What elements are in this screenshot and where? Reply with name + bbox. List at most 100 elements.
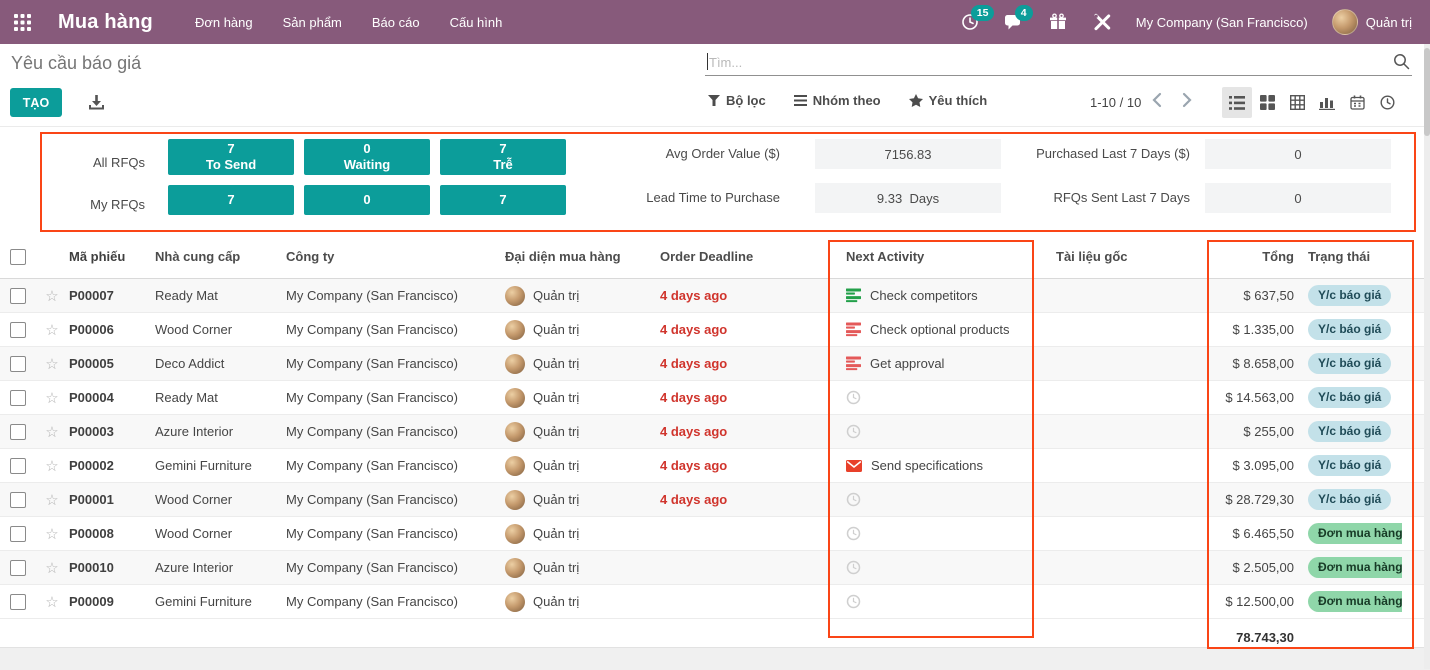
filters-button[interactable]: Bộ lọc — [708, 93, 766, 108]
no-activity-clock-icon[interactable] — [846, 424, 861, 439]
next-activity-cell[interactable]: Get approval — [838, 356, 1040, 371]
header-total[interactable]: Tổng — [1205, 249, 1300, 264]
messages-icon[interactable]: 4 — [1004, 12, 1024, 32]
row-checkbox[interactable] — [10, 424, 26, 440]
pager-previous-icon[interactable] — [1152, 92, 1162, 108]
row-checkbox[interactable] — [10, 526, 26, 542]
table-row[interactable]: ☆ P00002 Gemini Furniture My Company (Sa… — [0, 449, 1424, 483]
no-activity-clock-icon[interactable] — [846, 526, 861, 541]
no-activity-clock-icon[interactable] — [846, 594, 861, 609]
activity-view-icon[interactable] — [1372, 87, 1402, 118]
header-vendor[interactable]: Nhà cung cấp — [152, 249, 283, 264]
all-to-send-button[interactable]: 7To Send — [168, 139, 294, 175]
all-waiting-button[interactable]: 0Waiting — [304, 139, 430, 175]
apps-grid-icon[interactable] — [0, 0, 44, 44]
row-checkbox[interactable] — [10, 492, 26, 508]
favorite-star-icon[interactable]: ☆ — [38, 287, 66, 305]
favorites-button[interactable]: Yêu thích — [909, 93, 988, 108]
next-activity-cell[interactable] — [838, 560, 1040, 575]
pager-next-icon[interactable] — [1182, 92, 1192, 108]
activities-clock-icon[interactable]: 15 — [960, 12, 980, 32]
next-activity-cell[interactable] — [838, 526, 1040, 541]
scrollbar-thumb[interactable] — [1424, 48, 1430, 136]
header-next-activity[interactable]: Next Activity — [838, 249, 1040, 264]
my-to-send-button[interactable]: 7 — [168, 185, 294, 215]
my-rfqs-label[interactable]: My RFQs — [40, 197, 145, 212]
gift-icon[interactable] — [1048, 12, 1068, 32]
favorite-star-icon[interactable]: ☆ — [38, 355, 66, 373]
all-late-button[interactable]: 7Trễ — [440, 139, 566, 175]
favorite-star-icon[interactable]: ☆ — [38, 321, 66, 339]
header-order-deadline[interactable]: Order Deadline — [655, 249, 838, 264]
table-row[interactable]: ☆ P00005 Deco Addict My Company (San Fra… — [0, 347, 1424, 381]
my-late-button[interactable]: 7 — [440, 185, 566, 215]
table-row[interactable]: ☆ P00010 Azure Interior My Company (San … — [0, 551, 1424, 585]
header-status[interactable]: Trạng thái — [1300, 249, 1402, 264]
table-row[interactable]: ☆ P00009 Gemini Furniture My Company (Sa… — [0, 585, 1424, 619]
menu-orders[interactable]: Đơn hàng — [195, 15, 253, 30]
app-title[interactable]: Mua hàng — [58, 11, 153, 34]
row-checkbox[interactable] — [10, 458, 26, 474]
row-checkbox[interactable] — [10, 322, 26, 338]
group-by-button[interactable]: Nhóm theo — [794, 93, 881, 108]
search-icon[interactable] — [1393, 53, 1410, 70]
favorite-star-icon[interactable]: ☆ — [38, 559, 66, 577]
header-reference[interactable]: Mã phiếu — [66, 249, 152, 264]
list-view-icon[interactable] — [1222, 87, 1252, 118]
favorite-star-icon[interactable]: ☆ — [38, 525, 66, 543]
activity-tasks-overdue-icon[interactable] — [846, 356, 861, 371]
menu-products[interactable]: Sản phẩm — [283, 15, 342, 30]
all-rfqs-label[interactable]: All RFQs — [40, 155, 145, 170]
graph-view-icon[interactable] — [1312, 87, 1342, 118]
header-purchase-rep[interactable]: Đại diện mua hàng — [500, 249, 655, 264]
next-activity-cell[interactable] — [838, 594, 1040, 609]
activity-tasks-done-icon[interactable] — [846, 288, 861, 303]
row-checkbox[interactable] — [10, 356, 26, 372]
next-activity-cell[interactable] — [838, 390, 1040, 405]
menu-reporting[interactable]: Báo cáo — [372, 15, 420, 30]
create-button[interactable]: TẠO — [10, 88, 62, 117]
next-activity-cell[interactable]: Check competitors — [838, 288, 1040, 303]
menu-configuration[interactable]: Cấu hình — [450, 15, 503, 30]
calendar-view-icon[interactable] — [1342, 87, 1372, 118]
header-company[interactable]: Công ty — [283, 249, 500, 264]
table-row[interactable]: ☆ P00008 Wood Corner My Company (San Fra… — [0, 517, 1424, 551]
export-download-icon[interactable] — [88, 94, 105, 111]
user-menu[interactable]: Quản trị — [1332, 9, 1412, 35]
vertical-scrollbar[interactable] — [1424, 44, 1430, 669]
favorite-star-icon[interactable]: ☆ — [38, 457, 66, 475]
row-checkbox[interactable] — [10, 288, 26, 304]
favorite-star-icon[interactable]: ☆ — [38, 491, 66, 509]
no-activity-clock-icon[interactable] — [846, 560, 861, 575]
search-input[interactable] — [705, 50, 1371, 74]
favorite-star-icon[interactable]: ☆ — [38, 423, 66, 441]
table-row[interactable]: ☆ P00003 Azure Interior My Company (San … — [0, 415, 1424, 449]
pivot-view-icon[interactable] — [1282, 87, 1312, 118]
select-all-checkbox[interactable] — [10, 249, 26, 265]
table-row[interactable]: ☆ P00006 Wood Corner My Company (San Fra… — [0, 313, 1424, 347]
row-checkbox[interactable] — [10, 594, 26, 610]
activity-tasks-overdue-icon[interactable] — [846, 322, 861, 337]
favorite-star-icon[interactable]: ☆ — [38, 593, 66, 611]
next-activity-cell[interactable] — [838, 424, 1040, 439]
header-source-document[interactable]: Tài liệu gốc — [1040, 249, 1205, 264]
next-activity-cell[interactable]: Send specifications — [838, 458, 1040, 473]
table-row[interactable]: ☆ P00007 Ready Mat My Company (San Franc… — [0, 279, 1424, 313]
next-activity-cell[interactable] — [838, 492, 1040, 507]
row-checkbox[interactable] — [10, 390, 26, 406]
table-row[interactable]: ☆ P00001 Wood Corner My Company (San Fra… — [0, 483, 1424, 517]
favorite-star-icon[interactable]: ☆ — [38, 389, 66, 407]
rfq-reference: P00001 — [66, 492, 152, 507]
no-activity-clock-icon[interactable] — [846, 492, 861, 507]
row-checkbox[interactable] — [10, 560, 26, 576]
no-activity-clock-icon[interactable] — [846, 390, 861, 405]
table-row[interactable]: ☆ P00004 Ready Mat My Company (San Franc… — [0, 381, 1424, 415]
optional-columns-icon[interactable]: ⋮ — [1402, 248, 1424, 265]
status-badge: Đơn mua hàng — [1308, 591, 1402, 611]
activity-email-icon[interactable] — [846, 460, 862, 472]
kanban-view-icon[interactable] — [1252, 87, 1282, 118]
tools-wrench-icon[interactable] — [1092, 12, 1112, 32]
company-switcher[interactable]: My Company (San Francisco) — [1136, 15, 1308, 30]
my-waiting-button[interactable]: 0 — [304, 185, 430, 215]
next-activity-cell[interactable]: Check optional products — [838, 322, 1040, 337]
